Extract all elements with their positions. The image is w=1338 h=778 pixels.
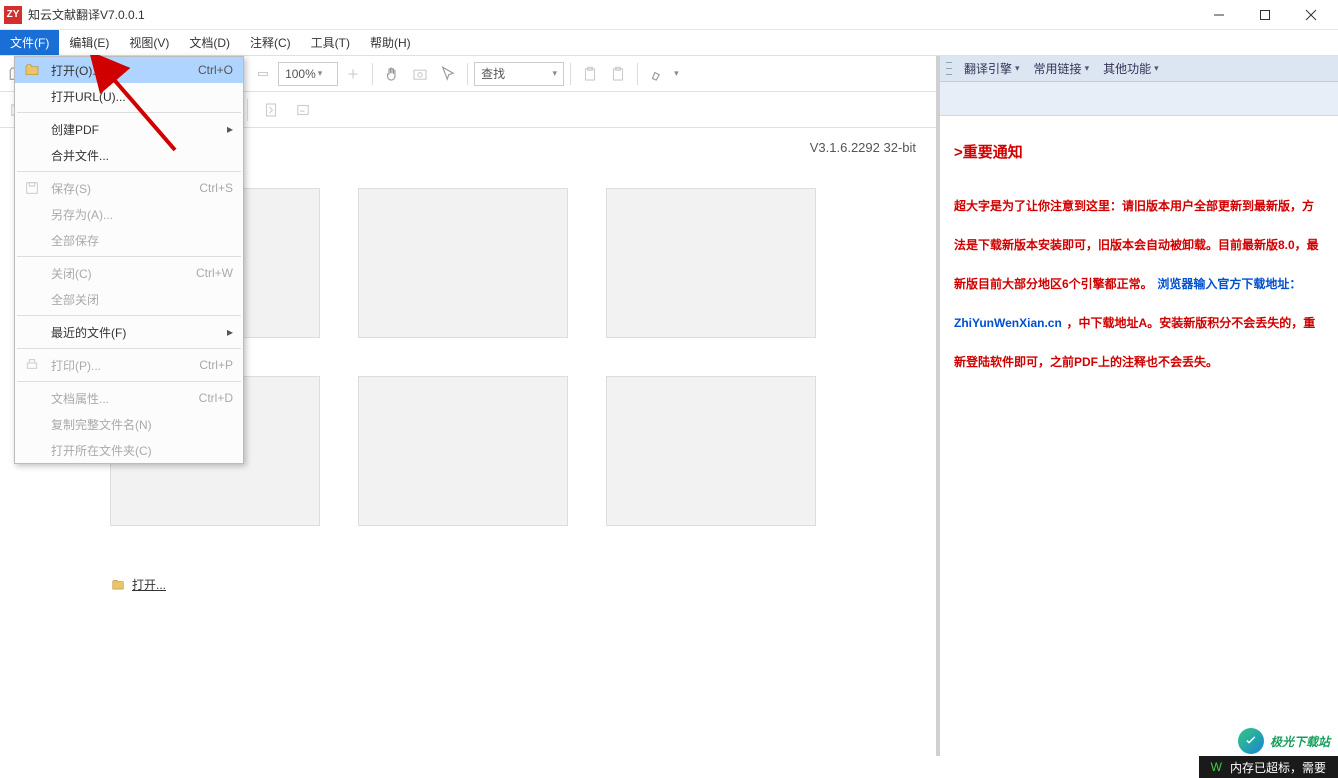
notice-title: >重要通知 — [954, 136, 1324, 171]
folder-icon — [23, 61, 41, 79]
menu-document[interactable]: 文档(D) — [179, 30, 240, 55]
right-toolbar: 翻译引擎 常用链接 其他功能 — [940, 56, 1338, 82]
separator — [467, 63, 468, 85]
menu-open[interactable]: 打开(O)...Ctrl+O — [15, 57, 243, 83]
separator — [637, 63, 638, 85]
zoom-in-button-2[interactable] — [340, 61, 366, 87]
menu-copy-filename: 复制完整文件名(N) — [15, 411, 243, 437]
app-icon: ZY — [4, 6, 22, 24]
thumbnail[interactable] — [358, 188, 568, 338]
highlight-button[interactable] — [644, 61, 670, 87]
menu-view[interactable]: 视图(V) — [119, 30, 179, 55]
thumbnail[interactable] — [606, 376, 816, 526]
zoom-out-button[interactable] — [250, 61, 276, 87]
menu-close: 关闭(C)Ctrl+W — [15, 260, 243, 286]
menu-help[interactable]: 帮助(H) — [360, 30, 421, 55]
select-tool-button[interactable] — [435, 61, 461, 87]
clipboard-button[interactable] — [577, 61, 603, 87]
window-title: 知云文献翻译V7.0.0.1 — [28, 6, 1196, 23]
right-spacer — [940, 82, 1338, 116]
watermark-icon — [1238, 728, 1264, 754]
menu-open-url[interactable]: 打开URL(U)... — [15, 83, 243, 109]
menu-file[interactable]: 文件(F) — [0, 30, 59, 55]
menu-open-folder: 打开所在文件夹(C) — [15, 437, 243, 463]
separator — [372, 63, 373, 85]
status-text: 内存已超标，需要 — [1230, 759, 1326, 776]
annot-attach-button[interactable] — [258, 97, 284, 123]
hand-tool-button[interactable] — [379, 61, 405, 87]
menubar: 文件(F) 编辑(E) 视图(V) 文档(D) 注释(C) 工具(T) 帮助(H… — [0, 30, 1338, 56]
watermark: 极光下载站 — [1238, 728, 1330, 754]
snapshot-button[interactable] — [407, 61, 433, 87]
chevron-down-icon: ▾ — [674, 68, 679, 79]
folder-icon — [110, 578, 126, 592]
search-input[interactable]: 查找▾ — [474, 62, 564, 86]
notice-link[interactable]: ZhiYunWenXian.cn — [954, 316, 1062, 330]
menu-edit[interactable]: 编辑(E) — [59, 30, 119, 55]
print-icon — [23, 356, 41, 374]
window-controls — [1196, 0, 1334, 30]
minimize-button[interactable] — [1196, 0, 1242, 30]
separator — [17, 348, 241, 349]
notice-text-2a: 浏览器输入官方下载地址： — [1157, 277, 1301, 291]
menu-save: 保存(S)Ctrl+S — [15, 175, 243, 201]
version-label: V3.1.6.2292 32-bit — [810, 140, 916, 155]
statusbar: W 内存已超标，需要 — [1199, 756, 1338, 778]
separator — [17, 171, 241, 172]
menu-merge[interactable]: 合并文件... — [15, 142, 243, 168]
menu-comment[interactable]: 注释(C) — [240, 30, 301, 55]
separator — [17, 315, 241, 316]
menu-recent[interactable]: 最近的文件(F)▸ — [15, 319, 243, 345]
menu-tools[interactable]: 工具(T) — [301, 30, 360, 55]
thumbnail[interactable] — [358, 376, 568, 526]
common-links-menu[interactable]: 常用链接 — [1028, 60, 1096, 77]
other-features-menu[interactable]: 其他功能 — [1097, 60, 1165, 77]
right-panel: 翻译引擎 常用链接 其他功能 >重要通知 超大字是为了让你注意到这里：请旧版本用… — [940, 56, 1338, 756]
grip-icon — [946, 60, 952, 78]
menu-save-all: 全部保存 — [15, 227, 243, 253]
titlebar: ZY 知云文献翻译V7.0.0.1 — [0, 0, 1338, 30]
menu-save-as: 另存为(A)... — [15, 201, 243, 227]
save-icon — [23, 179, 41, 197]
separator — [247, 99, 248, 121]
maximize-button[interactable] — [1242, 0, 1288, 30]
close-button[interactable] — [1288, 0, 1334, 30]
separator — [17, 256, 241, 257]
menu-close-all: 全部关闭 — [15, 286, 243, 312]
menu-properties: 文档属性...Ctrl+D — [15, 385, 243, 411]
annot-sign-button[interactable] — [290, 97, 316, 123]
thumbnail[interactable] — [606, 188, 816, 338]
separator — [570, 63, 571, 85]
notice-panel: >重要通知 超大字是为了让你注意到这里：请旧版本用户全部更新到最新版，方法是下载… — [940, 116, 1338, 400]
menu-print: 打印(P)...Ctrl+P — [15, 352, 243, 378]
separator — [17, 381, 241, 382]
open-file-link[interactable]: 打开... — [110, 576, 936, 593]
zoom-input[interactable]: 100%▾ — [278, 62, 338, 86]
clipboard-button-2[interactable] — [605, 61, 631, 87]
translation-engine-menu[interactable]: 翻译引擎 — [958, 60, 1026, 77]
menu-create-pdf[interactable]: 创建PDF▸ — [15, 116, 243, 142]
separator — [17, 112, 241, 113]
file-menu-dropdown: 打开(O)...Ctrl+O 打开URL(U)... 创建PDF▸ 合并文件..… — [14, 56, 244, 464]
